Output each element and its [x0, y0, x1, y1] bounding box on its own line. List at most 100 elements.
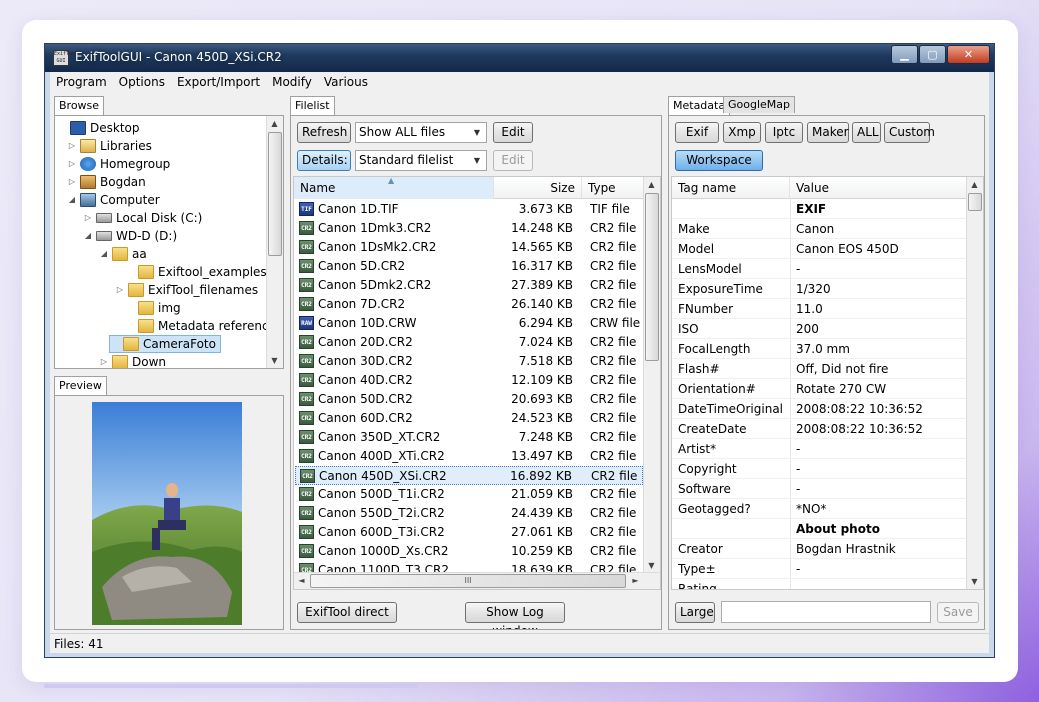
view-edit-button[interactable]: Edit	[493, 150, 533, 171]
file-row[interactable]: CR2 Canon 5D.CR2 16.317 KB CR2 file	[295, 257, 643, 276]
expand-arrow-icon[interactable]: ▷	[67, 173, 77, 191]
metadata-row[interactable]: ISO 200	[672, 319, 968, 339]
custom-button[interactable]: Custom	[884, 122, 935, 143]
all-button[interactable]: ALL	[852, 122, 881, 143]
menu-program[interactable]: Program	[50, 75, 113, 89]
menu-modify[interactable]: Modify	[266, 75, 318, 89]
filelist-horizontal-scrollbar[interactable]: ◄ III ►	[294, 572, 660, 589]
tree-item[interactable]: ◢ Computer	[67, 191, 160, 209]
filelist-vertical-scrollbar[interactable]: ▲ ▼	[643, 177, 660, 573]
expanded-arrow-icon[interactable]: ◢	[99, 245, 109, 263]
metadata-row[interactable]: FocalLength 37.0 mm	[672, 339, 968, 359]
show-log-window-button[interactable]: Show Log window	[465, 602, 565, 629]
metadata-vscroll-thumb[interactable]	[968, 193, 982, 211]
scroll-up-icon[interactable]: ▲	[644, 177, 659, 192]
expanded-arrow-icon[interactable]: ◢	[83, 227, 93, 245]
tree-item[interactable]: CameraFoto	[109, 335, 221, 353]
save-button[interactable]: Save	[937, 602, 979, 623]
tree-item[interactable]: ▷ Bogdan	[67, 173, 146, 191]
tree-item[interactable]: ◢ WD-D (D:)	[83, 227, 177, 245]
iptc-button[interactable]: Iptc	[765, 122, 803, 143]
file-row[interactable]: CR2 Canon 350D_XT.CR2 7.248 KB CR2 file	[295, 428, 643, 447]
scroll-up-icon[interactable]: ▲	[967, 177, 982, 192]
exiftool-direct-button[interactable]: ExifTool direct	[297, 602, 397, 623]
filelist-view-select[interactable]: Standard filelist ▼	[355, 150, 487, 171]
scroll-down-icon[interactable]: ▼	[267, 353, 282, 368]
file-row[interactable]: CR2 Canon 50D.CR2 20.693 KB CR2 file	[295, 390, 643, 409]
close-button[interactable]: ✕	[947, 45, 990, 64]
tree-item[interactable]: img	[125, 299, 181, 317]
column-header-size[interactable]: Size	[494, 177, 582, 199]
column-header-name[interactable]: Name ▲	[294, 177, 494, 199]
metadata-row[interactable]: Make Canon	[672, 219, 968, 239]
metadata-row[interactable]: Model Canon EOS 450D	[672, 239, 968, 259]
tree-vertical-scrollbar[interactable]: ▲ ▼	[266, 116, 283, 368]
file-row[interactable]: CR2 Canon 600D_T3i.CR2 27.061 KB CR2 file	[295, 523, 643, 542]
tab-metadata[interactable]: Metadata	[668, 96, 731, 116]
tree-scrollbar-thumb[interactable]	[268, 132, 282, 256]
file-row[interactable]: CR2 Canon 550D_T2i.CR2 24.439 KB CR2 file	[295, 504, 643, 523]
expand-arrow-icon[interactable]: ▷	[83, 209, 93, 227]
file-row[interactable]: CR2 Canon 40D.CR2 12.109 KB CR2 file	[295, 371, 643, 390]
tree-item[interactable]: ▷ ExifTool_filenames	[115, 281, 258, 299]
tab-googlemap[interactable]: GoogleMap	[723, 96, 796, 113]
scroll-right-icon[interactable]: ►	[628, 573, 643, 588]
file-filter-select[interactable]: Show ALL files ▼	[355, 122, 487, 143]
file-row[interactable]: CR2 Canon 400D_XTi.CR2 13.497 KB CR2 file	[295, 447, 643, 466]
scroll-down-icon[interactable]: ▼	[644, 558, 659, 573]
metadata-row[interactable]: ExposureTime 1/320	[672, 279, 968, 299]
file-row[interactable]: CR2 Canon 5Dmk2.CR2 27.389 KB CR2 file	[295, 276, 643, 295]
metadata-row[interactable]: Copyright -	[672, 459, 968, 479]
file-row[interactable]: CR2 Canon 500D_T1i.CR2 21.059 KB CR2 file	[295, 485, 643, 504]
tree-item[interactable]: Exiftool_examples	[125, 263, 267, 281]
metadata-vertical-scrollbar[interactable]: ▲ ▼	[966, 177, 983, 589]
column-header-tag[interactable]: Tag name	[672, 177, 790, 199]
metadata-row[interactable]: DateTimeOriginal 2008:08:22 10:36:52	[672, 399, 968, 419]
tree-item[interactable]: ◢ aa	[99, 245, 147, 263]
tree-item[interactable]: Desktop	[57, 119, 140, 137]
filelist-vscroll-thumb[interactable]	[645, 193, 659, 361]
metadata-row[interactable]: Geotagged? *NO*	[672, 499, 968, 519]
metadata-edit-input[interactable]	[721, 601, 931, 623]
expand-arrow-icon[interactable]: ▷	[67, 137, 77, 155]
scroll-down-icon[interactable]: ▼	[967, 574, 982, 589]
workspace-button[interactable]: Workspace	[675, 150, 763, 171]
file-row[interactable]: CR2 Canon 1000D_Xs.CR2 10.259 KB CR2 file	[295, 542, 643, 561]
tree-item[interactable]: Metadata reference	[125, 317, 276, 335]
minimize-button[interactable]: ▁	[891, 45, 918, 64]
exif-button[interactable]: Exif	[675, 122, 719, 143]
tab-browse[interactable]: Browse	[54, 96, 105, 116]
metadata-row[interactable]: Creator Bogdan Hrastnik	[672, 539, 968, 559]
tree-item[interactable]: ▷ Down	[99, 353, 166, 368]
tab-filelist[interactable]: Filelist	[290, 96, 335, 116]
tree-item[interactable]: ▷ Libraries	[67, 137, 152, 155]
expand-arrow-icon[interactable]: ▷	[67, 155, 77, 173]
expand-arrow-icon[interactable]: ▷	[115, 281, 125, 299]
file-row[interactable]: CR2 Canon 20D.CR2 7.024 KB CR2 file	[295, 333, 643, 352]
metadata-row[interactable]: Rating -	[672, 579, 968, 589]
refresh-button[interactable]: Refresh	[297, 122, 351, 143]
file-row[interactable]: CR2 Canon 30D.CR2 7.518 KB CR2 file	[295, 352, 643, 371]
filter-edit-button[interactable]: Edit	[493, 122, 533, 143]
expanded-arrow-icon[interactable]: ◢	[67, 191, 77, 209]
large-button[interactable]: Large	[675, 602, 715, 623]
menu-export-import[interactable]: Export/Import	[171, 75, 266, 89]
column-header-type[interactable]: Type	[582, 177, 644, 199]
metadata-row[interactable]: Flash# Off, Did not fire	[672, 359, 968, 379]
filelist-hscroll-thumb[interactable]: III	[310, 574, 626, 588]
maker-button[interactable]: Maker	[807, 122, 849, 143]
tree-item[interactable]: ▷ Local Disk (C:)	[83, 209, 202, 227]
metadata-row[interactable]: Orientation# Rotate 270 CW	[672, 379, 968, 399]
file-row[interactable]: CR2 Canon 7D.CR2 26.140 KB CR2 file	[295, 295, 643, 314]
metadata-row[interactable]: Software -	[672, 479, 968, 499]
menu-options[interactable]: Options	[113, 75, 171, 89]
expand-arrow-icon[interactable]: ▷	[99, 353, 109, 368]
file-row[interactable]: CR2 Canon 1Dmk3.CR2 14.248 KB CR2 file	[295, 219, 643, 238]
xmp-button[interactable]: Xmp	[723, 122, 761, 143]
tab-preview[interactable]: Preview	[54, 376, 107, 396]
file-row[interactable]: TIF Canon 1D.TIF 3.673 KB TIF file	[295, 200, 643, 219]
column-header-value[interactable]: Value	[790, 177, 968, 199]
metadata-row[interactable]: LensModel -	[672, 259, 968, 279]
tree-item[interactable]: ▷ Homegroup	[67, 155, 170, 173]
details-button[interactable]: Details:	[297, 150, 351, 171]
